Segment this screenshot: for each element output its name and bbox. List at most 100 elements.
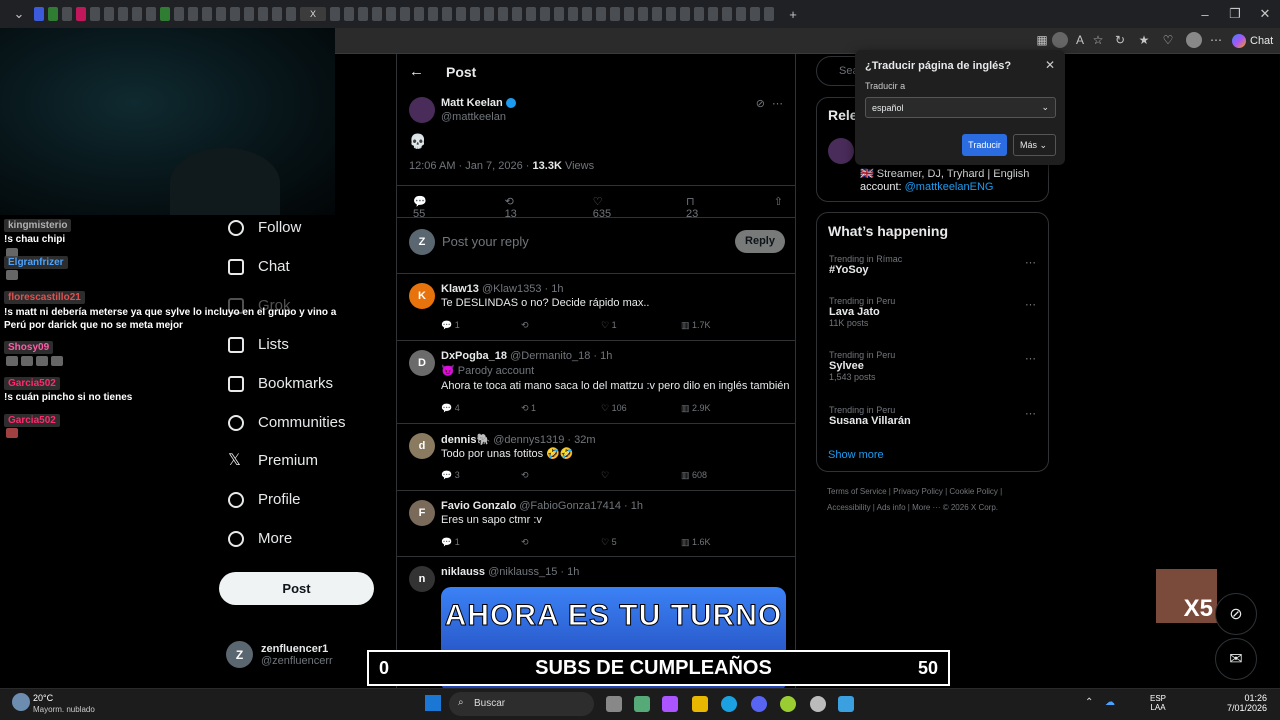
- nav-follow[interactable]: Follow: [228, 219, 301, 236]
- edge-icon[interactable]: [721, 696, 737, 712]
- browser-tab[interactable]: [244, 7, 254, 21]
- reply-icon[interactable]: 💬 1: [441, 320, 521, 331]
- author-handle[interactable]: @mattkeelan: [441, 111, 506, 123]
- browser-tab[interactable]: [722, 7, 732, 21]
- trend-item[interactable]: Trending in Peru Sylvee 1,543 posts: [829, 350, 895, 382]
- browser-tab[interactable]: [414, 7, 424, 21]
- browser-tab[interactable]: [708, 7, 718, 21]
- list-item[interactable]: D DxPogba_18 @Dermanito_18 · 1h 😈 Parody…: [397, 341, 795, 423]
- messages-float-icon[interactable]: ✉: [1215, 638, 1257, 680]
- browser-tab[interactable]: [216, 7, 226, 21]
- browser-tab[interactable]: [470, 7, 480, 21]
- store-icon[interactable]: [634, 696, 650, 712]
- footer-links[interactable]: Terms of Service | Privacy Policy | Cook…: [827, 487, 1002, 496]
- app-grid-icon[interactable]: ▦: [1034, 32, 1050, 48]
- trend-menu-icon[interactable]: ⋯: [1025, 352, 1036, 365]
- task-view-icon[interactable]: [606, 696, 622, 712]
- browser-tab[interactable]: [272, 7, 282, 21]
- translate-button[interactable]: Traducir: [962, 134, 1007, 156]
- nav-lists[interactable]: Lists: [228, 336, 289, 353]
- favorite-star-icon[interactable]: ☆: [1090, 32, 1106, 48]
- browser-tab[interactable]: [750, 7, 760, 21]
- browser-tab[interactable]: [554, 7, 564, 21]
- browser-tab[interactable]: [358, 7, 368, 21]
- more-options-button[interactable]: Más ⌄: [1013, 134, 1056, 156]
- reply-icon[interactable]: 💬 1: [441, 537, 521, 548]
- close-window-icon[interactable]: ✕: [1250, 6, 1280, 22]
- app-icon[interactable]: [810, 696, 826, 712]
- new-tab-button[interactable]: +: [778, 7, 808, 22]
- read-aloud-icon[interactable]: A: [1072, 32, 1088, 48]
- profile-avatar-icon[interactable]: [1186, 32, 1202, 48]
- browser-tab[interactable]: [230, 7, 240, 21]
- app-icon[interactable]: [838, 696, 854, 712]
- favorites-icon[interactable]: ★: [1136, 32, 1152, 48]
- browser-tab[interactable]: [484, 7, 494, 21]
- nav-more[interactable]: More: [228, 530, 292, 547]
- trend-menu-icon[interactable]: ⋯: [1025, 407, 1036, 420]
- repost-icon[interactable]: ⟲: [521, 537, 601, 548]
- list-item[interactable]: F Favio Gonzalo @FabioGonza17414 · 1h Er…: [397, 491, 795, 557]
- browser-tab[interactable]: [90, 7, 100, 21]
- nav-profile[interactable]: Profile: [228, 491, 301, 508]
- discord-icon[interactable]: [751, 696, 767, 712]
- views-icon[interactable]: ▥ 608: [681, 470, 761, 481]
- weather-temp[interactable]: 20°C: [33, 693, 53, 703]
- copilot-chat-button[interactable]: Chat: [1232, 32, 1273, 50]
- trend-item[interactable]: Trending in Rímac #YoSoy: [829, 254, 902, 276]
- repost-icon[interactable]: ⟲ 1: [521, 403, 601, 414]
- browser-tab[interactable]: [330, 7, 340, 21]
- nav-grok[interactable]: Grok: [228, 297, 291, 314]
- browser-tab[interactable]: [638, 7, 648, 21]
- views-icon[interactable]: ▥ 1.6K: [681, 537, 761, 548]
- active-tab[interactable]: X: [300, 7, 326, 21]
- browser-tab[interactable]: [48, 7, 58, 21]
- file-explorer-icon[interactable]: [692, 696, 708, 712]
- repost-icon[interactable]: ⟲: [521, 320, 601, 331]
- browser-tab[interactable]: [540, 7, 550, 21]
- browser-tab[interactable]: [146, 7, 156, 21]
- reply-icon[interactable]: 💬 3: [441, 470, 521, 481]
- browser-tab[interactable]: [76, 7, 86, 21]
- extensions-icon[interactable]: ♡: [1160, 32, 1176, 48]
- browser-tab[interactable]: [286, 7, 296, 21]
- show-more-link[interactable]: Show more: [828, 449, 884, 461]
- views-icon[interactable]: ▥ 2.9K: [681, 403, 761, 414]
- browser-tab[interactable]: [372, 7, 382, 21]
- browser-tab[interactable]: [258, 7, 268, 21]
- browser-tab[interactable]: [202, 7, 212, 21]
- browser-tab[interactable]: [694, 7, 704, 21]
- footer-links[interactable]: Accessibility | Ads info | More ··· © 20…: [827, 503, 998, 512]
- account-switcher[interactable]: Z zenfluencer1 @zenfluencerr: [226, 641, 333, 668]
- minimize-icon[interactable]: –: [1190, 7, 1220, 22]
- reply-author[interactable]: Klaw13: [441, 283, 479, 295]
- browser-tab[interactable]: [512, 7, 522, 21]
- browser-tab[interactable]: [456, 7, 466, 21]
- like-icon[interactable]: ♡ 1: [601, 320, 681, 331]
- menu-dots-icon[interactable]: ⋯: [1208, 32, 1224, 48]
- tray-chevron-icon[interactable]: ⌃: [1085, 697, 1093, 708]
- trend-item[interactable]: Trending in Peru Susana Villarán: [829, 405, 911, 427]
- translate-icon[interactable]: [1052, 32, 1068, 48]
- browser-tab[interactable]: [174, 7, 184, 21]
- reply-input[interactable]: Post your reply: [442, 234, 529, 249]
- reply-icon[interactable]: 💬 4: [441, 403, 521, 414]
- browser-tab[interactable]: [526, 7, 536, 21]
- tab-list-button[interactable]: ⌄: [4, 6, 34, 22]
- reply-author[interactable]: Favio Gonzalo: [441, 500, 516, 512]
- reply-author[interactable]: niklauss: [441, 566, 485, 578]
- author-name[interactable]: Matt Keelan: [441, 97, 516, 109]
- restore-icon[interactable]: ❐: [1220, 6, 1250, 22]
- browser-tab[interactable]: [104, 7, 114, 21]
- reply-author[interactable]: dennis🐘: [441, 434, 490, 446]
- browser-tab[interactable]: [764, 7, 774, 21]
- like-icon[interactable]: ♡: [601, 470, 681, 481]
- browser-tab[interactable]: [498, 7, 508, 21]
- trend-item[interactable]: Trending in Peru Lava Jato 11K posts: [829, 296, 895, 328]
- browser-tab[interactable]: [34, 7, 44, 21]
- views-icon[interactable]: ▥ 1.7K: [681, 320, 761, 331]
- onedrive-icon[interactable]: ☁: [1105, 697, 1115, 708]
- browser-tab[interactable]: [188, 7, 198, 21]
- copilot-app-icon[interactable]: [662, 696, 678, 712]
- browser-tab[interactable]: [118, 7, 128, 21]
